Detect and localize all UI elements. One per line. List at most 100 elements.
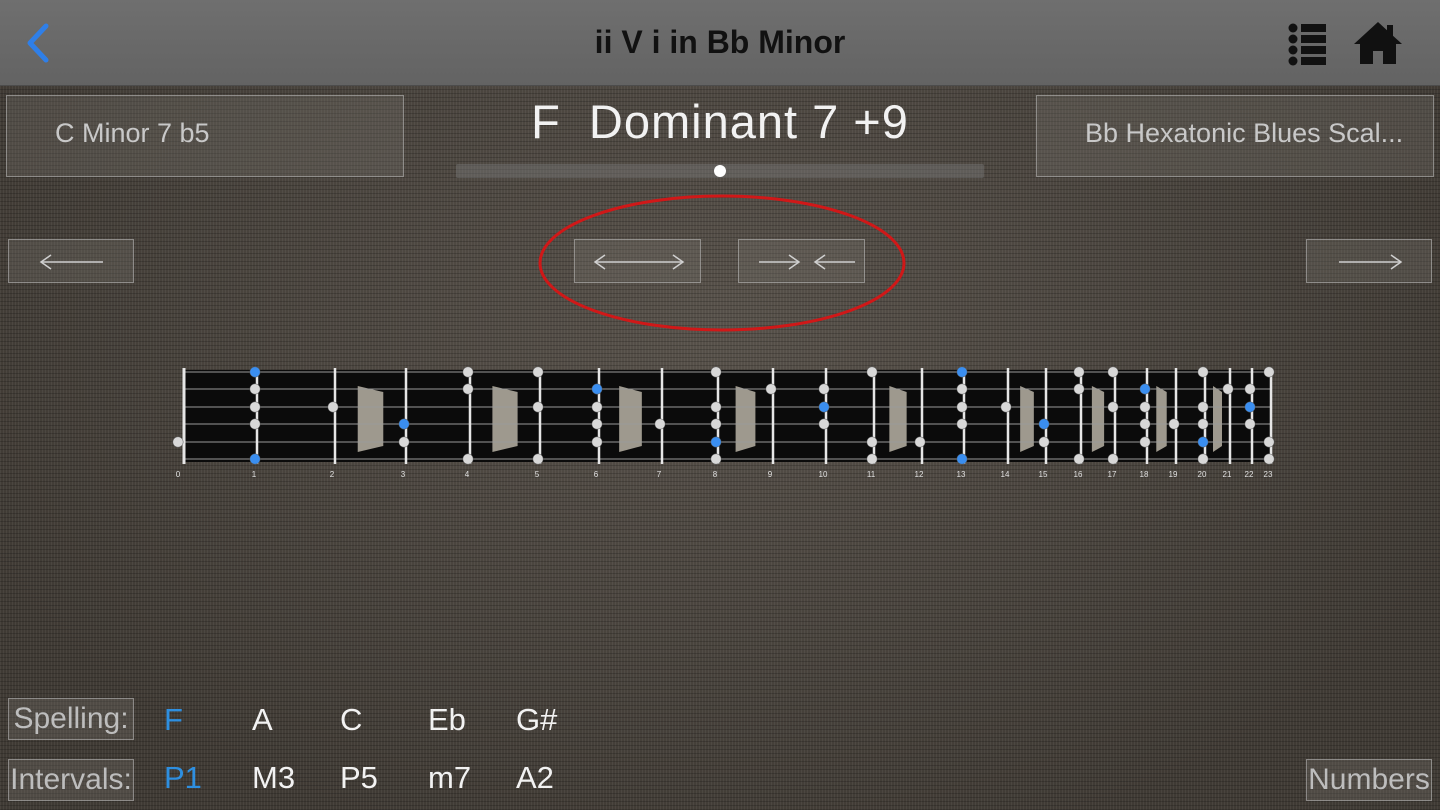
root-note-dot xyxy=(1038,418,1050,430)
note-dot xyxy=(1107,366,1119,378)
next-chord-button[interactable]: Bb Hexatonic Blues Scal... xyxy=(1036,95,1434,177)
expand-button[interactable] xyxy=(574,239,701,283)
note-dot xyxy=(914,436,926,448)
note-dot xyxy=(956,418,968,430)
spelling-note: C xyxy=(340,702,363,737)
root-note-dot xyxy=(956,366,968,378)
note-dot xyxy=(1244,418,1256,430)
fret-number: 13 xyxy=(957,470,966,479)
note-dot xyxy=(866,366,878,378)
root-note-dot xyxy=(398,418,410,430)
fret-number: 14 xyxy=(1001,470,1010,479)
note-dot xyxy=(1244,383,1256,395)
fret-number: 9 xyxy=(768,470,773,479)
spelling-note: Eb xyxy=(428,702,466,737)
fret-number: 7 xyxy=(657,470,662,479)
arrows-expand-icon xyxy=(593,254,685,270)
note-dot xyxy=(327,401,339,413)
note-dot xyxy=(1263,366,1275,378)
intervals-label: Intervals: xyxy=(8,759,134,801)
note-dot xyxy=(1139,401,1151,413)
root-note-dot xyxy=(956,453,968,465)
fret-number: 6 xyxy=(594,470,599,479)
note-dot xyxy=(1073,366,1085,378)
note-dot xyxy=(591,436,603,448)
page-title: ii V i in Bb Minor xyxy=(594,24,846,60)
note-dot xyxy=(710,366,722,378)
fret-number: 22 xyxy=(1245,470,1254,479)
fret-number: 20 xyxy=(1198,470,1207,479)
note-dot xyxy=(710,453,722,465)
note-dot xyxy=(249,401,261,413)
position-slider-thumb[interactable] xyxy=(714,165,726,177)
interval-note: M3 xyxy=(252,760,296,795)
fret-number: 17 xyxy=(1108,470,1117,479)
spelling-label: Spelling: xyxy=(8,698,134,740)
root-note-dot xyxy=(1244,401,1256,413)
fretboard[interactable]: 0 1 2 3 4 5 6 7 8 9 10 11 12 13 14 15 16 17 18 19 20 21 22 23 xyxy=(170,362,1280,482)
root-note-dot xyxy=(591,383,603,395)
fret-number: 21 xyxy=(1223,470,1232,479)
fret-number: 8 xyxy=(713,470,718,479)
note-dot xyxy=(249,383,261,395)
note-dot xyxy=(398,436,410,448)
contract-button[interactable] xyxy=(738,239,865,283)
note-dot xyxy=(249,418,261,430)
note-dot xyxy=(1197,418,1209,430)
note-dot xyxy=(1139,436,1151,448)
note-dot xyxy=(1107,401,1119,413)
arrows-contract-icon xyxy=(759,254,855,270)
fret-number: 11 xyxy=(867,470,876,479)
numbers-button[interactable]: Numbers xyxy=(1306,759,1432,801)
note-dot xyxy=(172,436,184,448)
note-dot xyxy=(1038,436,1050,448)
fret-number: 12 xyxy=(915,470,924,479)
current-chord-title: F Dominant 7 +9 xyxy=(531,95,909,148)
note-dot xyxy=(1263,436,1275,448)
navigation-bar: ii V i in Bb Minor xyxy=(0,0,1440,86)
fret-number: 5 xyxy=(535,470,540,479)
note-dot xyxy=(532,401,544,413)
note-dot xyxy=(462,366,474,378)
note-dot xyxy=(710,401,722,413)
note-dot xyxy=(1197,401,1209,413)
list-button[interactable] xyxy=(1288,22,1328,66)
note-dot xyxy=(591,418,603,430)
interval-note: A2 xyxy=(516,760,554,795)
note-dot xyxy=(591,401,603,413)
note-dot xyxy=(1073,453,1085,465)
note-dot xyxy=(462,453,474,465)
root-note-dot xyxy=(818,401,830,413)
fret-number: 18 xyxy=(1140,470,1149,479)
note-dot xyxy=(765,383,777,395)
root-note-dot xyxy=(249,453,261,465)
note-dot xyxy=(1222,383,1234,395)
note-dot xyxy=(532,366,544,378)
note-dot xyxy=(1073,383,1085,395)
previous-chord-button[interactable]: C Minor 7 b5 xyxy=(6,95,404,177)
note-dot xyxy=(1000,401,1012,413)
note-dot xyxy=(1168,418,1180,430)
root-note-dot xyxy=(710,436,722,448)
home-button[interactable] xyxy=(1352,20,1404,66)
fret-number: 3 xyxy=(401,470,406,479)
root-note-dot xyxy=(1197,436,1209,448)
interval-note: P1 xyxy=(164,760,202,795)
list-icon xyxy=(1288,23,1326,66)
note-dot xyxy=(532,453,544,465)
fret-number: 19 xyxy=(1169,470,1178,479)
next-button[interactable] xyxy=(1306,239,1432,283)
spelling-note: A xyxy=(252,702,273,737)
note-dot xyxy=(1263,453,1275,465)
note-dot xyxy=(866,453,878,465)
previous-button[interactable] xyxy=(8,239,134,283)
fret-number: 4 xyxy=(465,470,470,479)
interval-note: P5 xyxy=(340,760,378,795)
note-dot xyxy=(710,418,722,430)
note-dot xyxy=(462,383,474,395)
fretboard-neck xyxy=(184,370,1271,462)
note-dot xyxy=(654,418,666,430)
home-icon xyxy=(1354,22,1402,64)
note-dot xyxy=(1139,418,1151,430)
fret-number: 2 xyxy=(330,470,335,479)
